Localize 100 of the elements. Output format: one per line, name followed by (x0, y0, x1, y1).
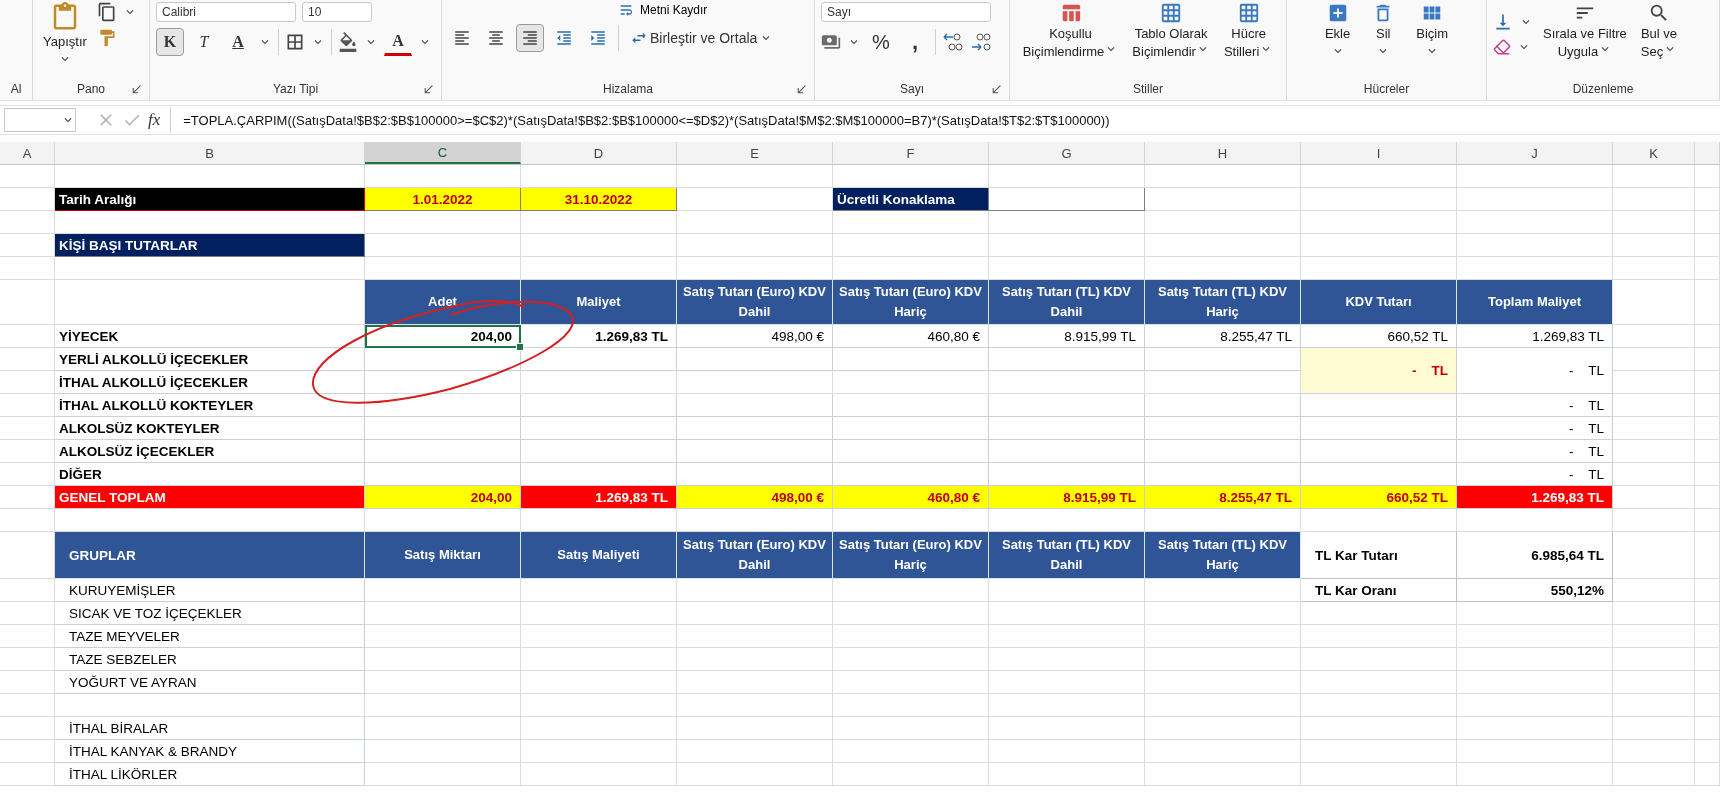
copy-icon[interactable] (96, 2, 117, 22)
outdent-icon (555, 29, 573, 47)
empty-cell (1695, 463, 1720, 486)
column-header[interactable]: D (521, 142, 677, 164)
wrap-text-button[interactable]: Metni Kaydır (640, 3, 708, 17)
empty-cell (1695, 740, 1720, 763)
profit-label: TL Kar Oranı (1301, 579, 1457, 602)
cells-button[interactable]: Biçim (1412, 2, 1453, 59)
total-cell: 660,52 TL (1301, 486, 1457, 509)
styles-button[interactable]: Koşullu Biçimlendirme (1018, 2, 1123, 61)
number-format-field[interactable]: Sayı (821, 2, 991, 22)
search-icon (1648, 2, 1670, 24)
empty-cell (1695, 602, 1720, 625)
empty-cell (0, 280, 55, 325)
underline-button[interactable]: A (224, 28, 252, 56)
group-label: Yazı Tipi (272, 82, 319, 96)
total-cell: 1.269,83 TL (521, 486, 677, 509)
launcher-icon[interactable] (422, 83, 435, 96)
value-cell: 1.269,83 TL (521, 325, 677, 348)
column-heading: Satış Tutarı (Euro) KDV Hariç (833, 532, 989, 579)
row-label: YERLİ ALKOLLÜ İÇECEKLER (55, 348, 365, 371)
editing-button[interactable]: Bul ve Seç (1636, 2, 1682, 61)
column-header[interactable]: H (1145, 142, 1301, 164)
column-heading: Satış Tutarı (TL) KDV Dahil (989, 532, 1145, 579)
font-size-field[interactable]: 10 (302, 2, 372, 22)
row-label: DİĞER (55, 463, 365, 486)
total-label: GENEL TOPLAM (55, 486, 365, 509)
fill-bucket-icon[interactable] (338, 32, 358, 52)
fill-handle[interactable] (516, 343, 524, 351)
group-name: TAZE SEBZELER (55, 648, 365, 671)
percent-button[interactable]: % (867, 28, 895, 56)
increase-decimal-icon[interactable] (942, 32, 964, 52)
empty-cell (1695, 371, 1720, 394)
editing-button[interactable]: Sırala ve Filtre Uygula (1539, 2, 1631, 61)
value-cell: 8.255,47 TL (1145, 325, 1301, 348)
comma-button[interactable]: , (901, 28, 929, 56)
empty-cell (1695, 211, 1720, 234)
fill-down-icon[interactable] (1493, 12, 1513, 32)
font-color-button[interactable]: A (384, 28, 412, 56)
value-cell: - TL (1457, 440, 1613, 463)
bold-button[interactable]: K (156, 28, 184, 56)
empty-cell (1695, 188, 1720, 211)
value-cell: - TL (1457, 417, 1613, 440)
total-cell: 460,80 € (833, 486, 989, 509)
column-header[interactable]: C (365, 142, 521, 164)
value-cell: - TL (1457, 348, 1613, 394)
align-button[interactable] (516, 24, 544, 52)
total-cell: 498,00 € (677, 486, 833, 509)
column-header[interactable]: A (0, 142, 55, 164)
launcher-icon[interactable] (130, 83, 143, 96)
value-cell: 8.915,99 TL (989, 325, 1145, 348)
paste-button[interactable]: Yapıştır (39, 2, 91, 67)
date-range-label: Tarih Aralığı (55, 188, 365, 211)
column-heading: Satış Maliyeti (521, 532, 677, 579)
column-header[interactable]: J (1457, 142, 1613, 164)
selected-cell[interactable]: 204,00 (365, 325, 521, 348)
column-header[interactable]: I (1301, 142, 1457, 164)
eraser-icon[interactable] (1493, 38, 1511, 56)
column-heading: Satış Tutarı (TL) KDV Dahil (989, 280, 1145, 325)
group-label: Stiller (1133, 82, 1163, 96)
launcher-icon[interactable] (795, 83, 808, 96)
column-header[interactable]: E (677, 142, 833, 164)
italic-button[interactable]: T (190, 28, 218, 56)
group-name: YOĞURT VE AYRAN (55, 671, 365, 694)
value-cell: 1.269,83 TL (1457, 325, 1613, 348)
borders-icon[interactable] (285, 32, 305, 52)
value-cell: 498,00 € (677, 325, 833, 348)
styles-button[interactable]: Tablo Olarak Biçimlendir (1128, 2, 1214, 61)
profit-label: TL Kar Tutarı (1301, 532, 1457, 579)
money-icon[interactable] (821, 32, 841, 52)
insert-function-button[interactable]: fx (148, 110, 161, 130)
row-label: İTHAL ALKOLLÜ İÇECEKLER (55, 371, 365, 394)
group-name: İTHAL LİKÖRLER (55, 763, 365, 786)
empty-cell (1695, 694, 1720, 717)
column-header[interactable]: F (833, 142, 989, 164)
formula-field[interactable]: =TOPLA.ÇARPIM((SatışData!$B$2:$B$100000>=$C$2)*(SatışData!$B$2:$B$100000<=$D$2)*(SatışData!$M$2:$M$100000=B7)*(SatışData!$T$2:$T$100000)) (170, 107, 1720, 133)
cells-button[interactable]: Sil (1368, 2, 1399, 59)
empty-cell (1695, 325, 1720, 348)
merge-center-button[interactable]: Birleştir ve Ortala (625, 24, 779, 52)
per-person-title: KİŞİ BAŞI TUTARLAR (55, 234, 365, 257)
empty-cell (1695, 648, 1720, 671)
column-heading: Satış Tutarı (Euro) KDV Dahil (677, 532, 833, 579)
decrease-decimal-icon[interactable] (970, 32, 992, 52)
value-cell: - TL (1457, 463, 1613, 486)
empty-cell (1695, 532, 1720, 579)
launcher-icon[interactable] (990, 83, 1003, 96)
column-header[interactable]: G (989, 142, 1145, 164)
indent-icon (589, 29, 607, 47)
empty-cell (1695, 417, 1720, 440)
wrap-text-icon (618, 2, 634, 18)
group-name: İTHAL BİRALAR (55, 717, 365, 740)
font-name-field[interactable]: Calibri (156, 2, 296, 22)
styles-button[interactable]: Hücre Stilleri (1219, 2, 1278, 61)
total-cell: 1.269,83 TL (1457, 486, 1613, 509)
group-label: Pano (77, 82, 105, 96)
cells-button[interactable]: Ekle (1320, 2, 1355, 59)
column-header[interactable]: K (1613, 142, 1695, 164)
group-label: Hücreler (1363, 82, 1410, 96)
empty-cell (1695, 257, 1720, 280)
empty-cell (0, 257, 55, 280)
